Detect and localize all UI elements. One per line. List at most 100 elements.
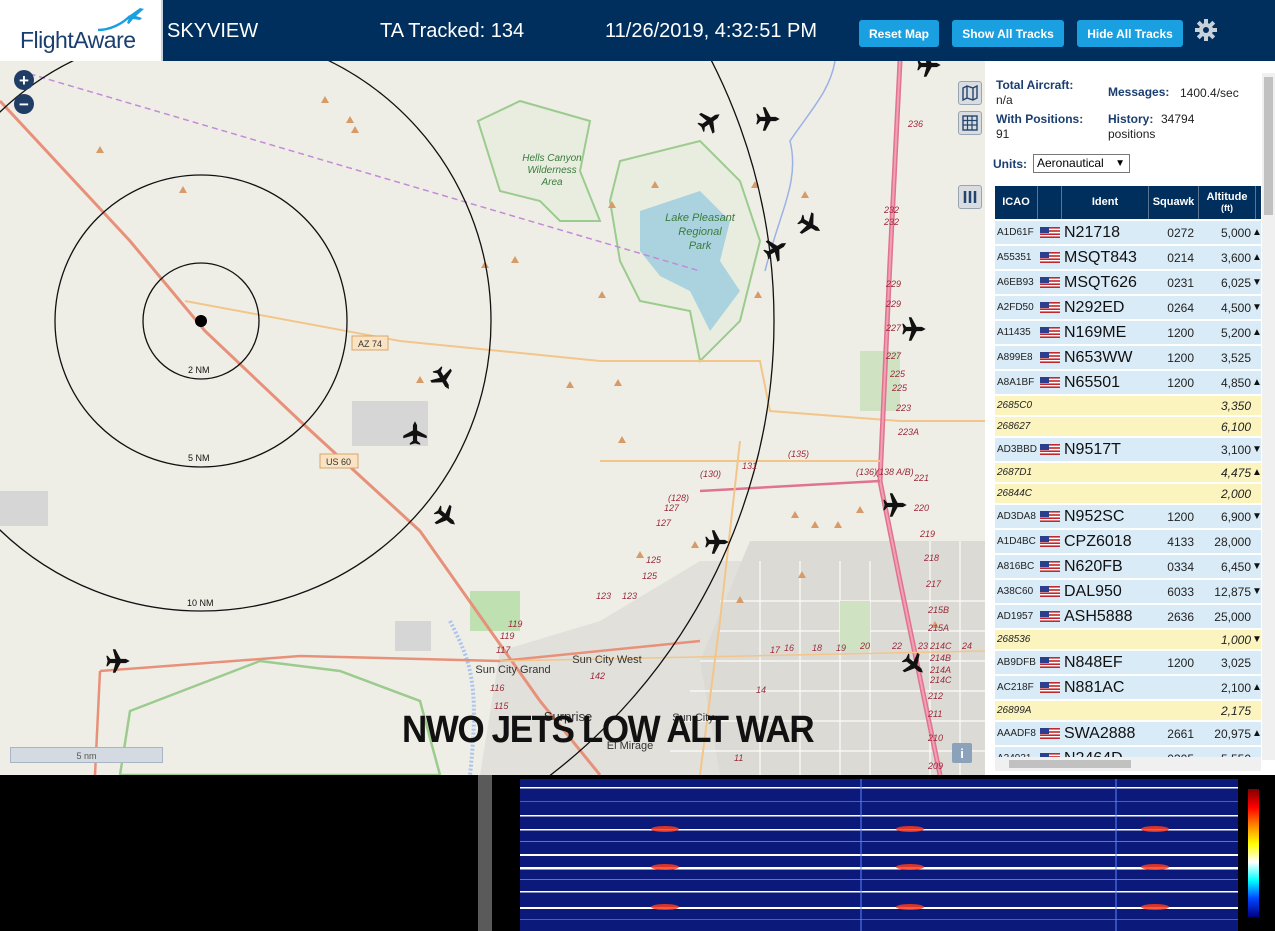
zoom-in-button[interactable]: +: [14, 70, 34, 90]
table-row[interactable]: 26899A 2,175: [995, 701, 1261, 721]
exit-label: 209: [927, 761, 943, 771]
exit-label: 142: [590, 671, 605, 681]
row-trend: ▼: [1252, 277, 1262, 288]
plane-icon[interactable]: [694, 105, 727, 138]
plane-icon[interactable]: [430, 501, 463, 534]
panel-vertical-scrollbar[interactable]: [1262, 73, 1275, 760]
waterfall-peak: [1141, 904, 1169, 910]
table-row[interactable]: AD3BBD N9517T 3,100 ▼: [995, 438, 1262, 462]
waterfall-peak: [896, 864, 924, 870]
exit-label: 119: [508, 619, 522, 629]
table-row[interactable]: 2685C0 3,350: [995, 396, 1261, 416]
plane-icon[interactable]: [794, 209, 826, 241]
map-layers-button[interactable]: [958, 81, 982, 105]
row-icao: 26899A: [997, 705, 1032, 716]
panel-horizontal-scrollbar[interactable]: [995, 757, 1261, 771]
table-row[interactable]: AAADF8 SWA2888 2661 20,975 ▲: [995, 722, 1262, 746]
info-button[interactable]: i: [952, 743, 972, 763]
place-lake-2: Regional: [678, 226, 722, 238]
hide-all-tracks-button[interactable]: Hide All Tracks: [1077, 20, 1183, 47]
us-flag-icon: [1040, 227, 1060, 238]
table-row[interactable]: A1D61F N21718 0272 5,000 ▲: [995, 221, 1262, 245]
table-row[interactable]: AD3DA8 N952SC 1200 6,900 ▼: [995, 505, 1262, 529]
grid-button[interactable]: [958, 111, 982, 135]
row-ident: CPZ6018: [1064, 533, 1132, 550]
col-squawk[interactable]: Squawk: [1149, 186, 1199, 219]
table-row[interactable]: A55351 MSQT843 0214 3,600 ▲: [995, 246, 1262, 270]
row-altitude: 28,000: [1214, 535, 1251, 549]
exit-label: 23: [917, 641, 928, 651]
col-flag[interactable]: [1038, 186, 1062, 219]
row-ident: N9517T: [1064, 441, 1121, 458]
row-icao: AD3BBD: [997, 444, 1038, 455]
row-altitude: 5,000: [1220, 226, 1251, 240]
row-ident: N620FB: [1064, 558, 1123, 575]
waterfall-divider[interactable]: [478, 775, 492, 931]
plane-icon[interactable]: [902, 317, 926, 341]
row-ident: SWA2888: [1064, 725, 1136, 742]
scale-bar: 5 nm: [10, 747, 163, 763]
table-row[interactable]: A1D4BC CPZ6018 4133 28,000: [995, 530, 1261, 554]
table-row[interactable]: A38C60 DAL950 6033 12,875 ▼: [995, 580, 1262, 604]
exit-label: 19: [836, 643, 846, 653]
exit-label: 17: [770, 645, 781, 655]
table-row[interactable]: A11435 N169ME 1200 5,200 ▲: [995, 321, 1262, 345]
plane-icon[interactable]: [756, 107, 780, 131]
show-all-tracks-button[interactable]: Show All Tracks: [952, 20, 1064, 47]
row-squawk: 0264: [1167, 301, 1194, 315]
map-canvas: 2 NM 5 NM 10 NM AZ 74 US 60 Hells Canyon…: [0, 61, 985, 775]
table-row[interactable]: A816BC N620FB 0334 6,450 ▼: [995, 555, 1262, 579]
plane-icon[interactable]: [917, 61, 941, 77]
units-select[interactable]: Aeronautical ▼: [1033, 154, 1130, 173]
col-altitude[interactable]: Altitude (ft): [1199, 186, 1256, 219]
exit-label: 211: [927, 709, 942, 719]
table-row[interactable]: A899E8 N653WW 1200 3,525: [995, 346, 1261, 370]
row-squawk: 1200: [1167, 351, 1194, 365]
row-altitude: 12,875: [1214, 585, 1251, 599]
row-altitude: 5,200: [1220, 326, 1251, 340]
waterfall-peak: [896, 904, 924, 910]
row-squawk: 0272: [1167, 226, 1194, 240]
row-icao: AC218F: [997, 682, 1034, 693]
table-row[interactable]: A8A1BF N65501 1200 4,850 ▲: [995, 371, 1262, 395]
table-row[interactable]: AD1957 ASH5888 2636 25,000: [995, 605, 1261, 629]
table-row[interactable]: 2687D1 4,475 ▲: [995, 463, 1262, 483]
map-view[interactable]: 2 NM 5 NM 10 NM AZ 74 US 60 Hells Canyon…: [0, 61, 985, 775]
plane-icon[interactable]: [760, 233, 792, 265]
exit-label: (130): [700, 469, 721, 479]
waterfall-band: [520, 919, 1238, 920]
table-row[interactable]: AB9DFB N848EF 1200 3,025: [995, 651, 1261, 675]
table-row[interactable]: A2FD50 N292ED 0264 4,500 ▼: [995, 296, 1262, 320]
waterfall-band: [520, 787, 1238, 789]
waterfall-band: [520, 867, 1238, 870]
row-altitude: 6,900: [1220, 510, 1251, 524]
flightaware-logo[interactable]: FlightAware: [0, 0, 163, 61]
row-ident: DAL950: [1064, 583, 1122, 600]
exit-label: 221: [913, 473, 929, 483]
zoom-out-button[interactable]: −: [14, 94, 34, 114]
row-squawk: 0334: [1167, 560, 1194, 574]
table-row[interactable]: 268536 1,000 ▼: [995, 630, 1262, 650]
exit-label: (136): [856, 467, 877, 477]
row-icao: A11435: [997, 327, 1031, 338]
row-altitude: 3,100: [1220, 443, 1251, 457]
row-icao: AB9DFB: [997, 657, 1036, 668]
table-row[interactable]: 268627 6,100: [995, 417, 1261, 437]
table-row[interactable]: 26844C 2,000: [995, 484, 1261, 504]
col-icao[interactable]: ICAO: [995, 186, 1038, 219]
scroll-thumb[interactable]: [1264, 77, 1273, 215]
waterfall-peak: [1141, 864, 1169, 870]
plane-icon[interactable]: [705, 530, 729, 554]
exit-label: 229: [885, 299, 901, 309]
columns-button[interactable]: [958, 185, 982, 209]
gear-icon[interactable]: [1194, 18, 1218, 42]
plane-icon[interactable]: [427, 363, 459, 395]
table-row[interactable]: AC218F N881AC 2,100 ▲: [995, 676, 1262, 700]
table-row[interactable]: A6EB93 MSQT626 0231 6,025 ▼: [995, 271, 1262, 295]
row-trend: ▲: [1252, 728, 1262, 739]
scroll-thumb[interactable]: [1009, 760, 1131, 768]
row-squawk: 1200: [1167, 656, 1194, 670]
row-squawk: 1200: [1167, 326, 1194, 340]
col-ident[interactable]: Ident: [1062, 186, 1149, 219]
reset-map-button[interactable]: Reset Map: [859, 20, 939, 47]
